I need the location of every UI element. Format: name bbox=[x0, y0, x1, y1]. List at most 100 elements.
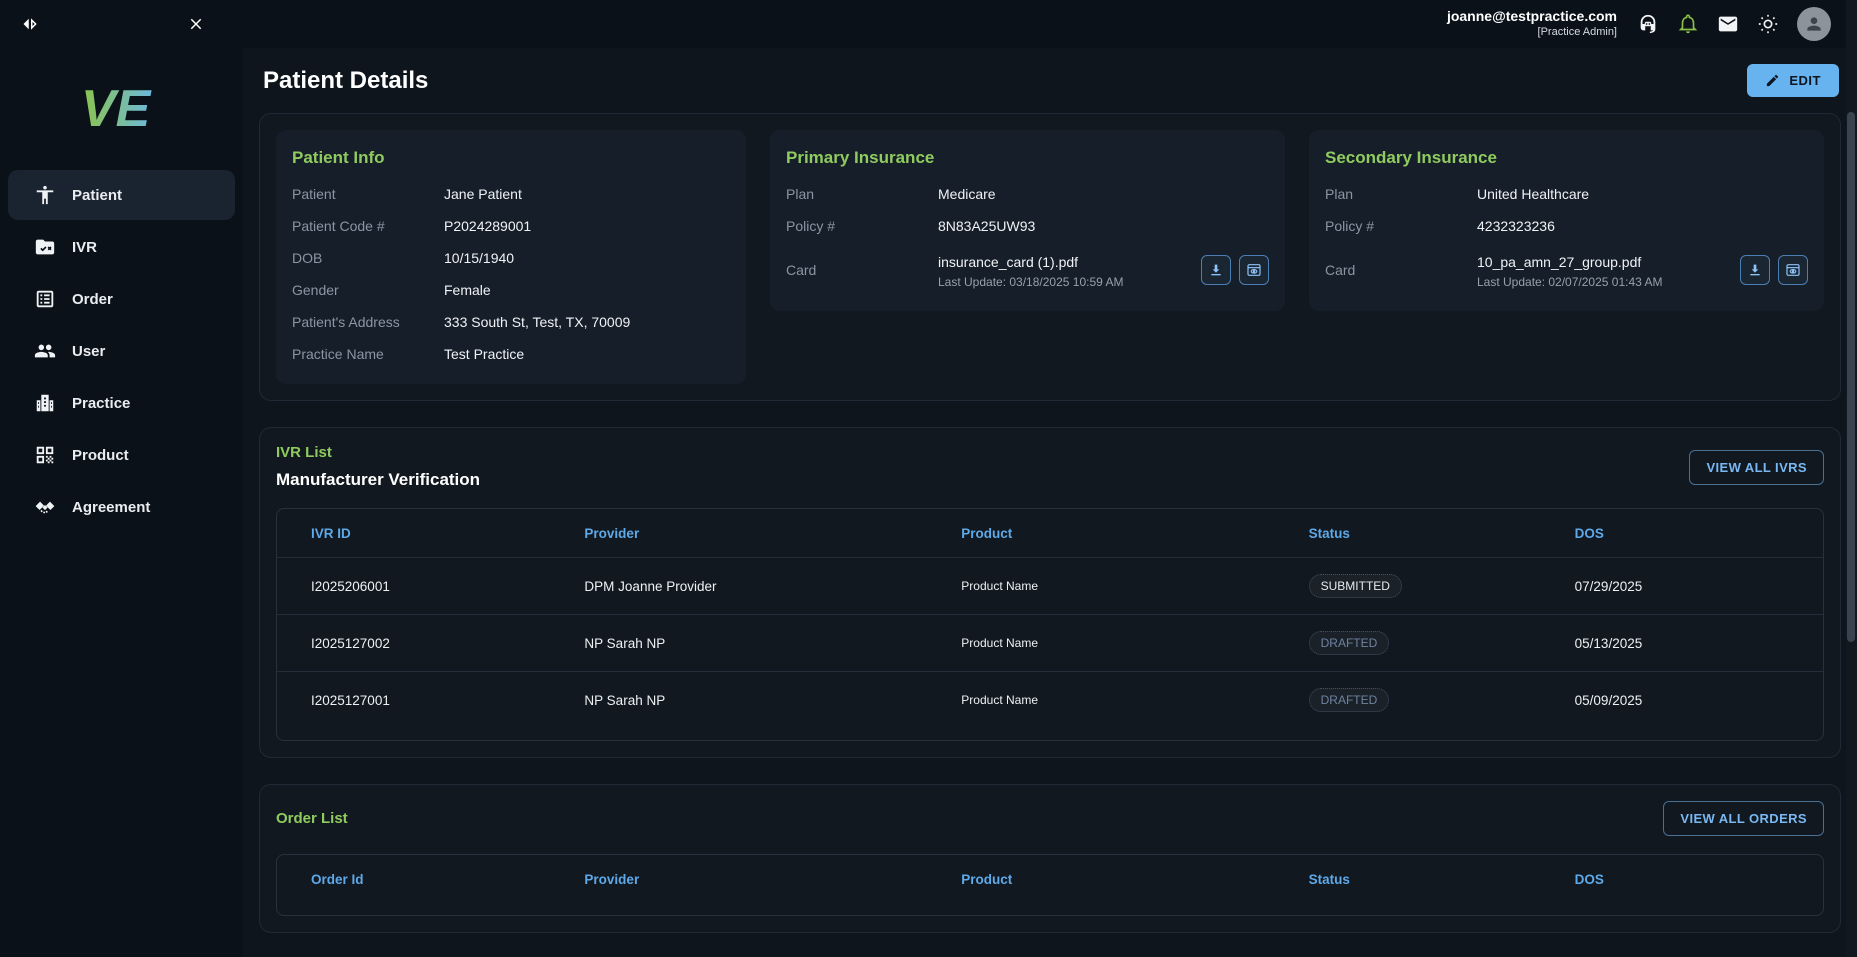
field-value: 10/15/1940 bbox=[444, 250, 514, 266]
card-last-update: Last Update: 03/18/2025 10:59 AM bbox=[938, 275, 1123, 289]
cell-provider: NP Sarah NP bbox=[584, 693, 961, 708]
field-label: Card bbox=[786, 262, 938, 278]
vertical-scrollbar[interactable] bbox=[1846, 0, 1857, 957]
status-badge: DRAFTED bbox=[1309, 688, 1390, 712]
sidebar-item-patient[interactable]: Patient bbox=[8, 170, 235, 220]
download-icon bbox=[1208, 262, 1224, 278]
pencil-icon bbox=[1765, 73, 1780, 88]
patient-icon bbox=[34, 184, 56, 206]
edit-button[interactable]: EDIT bbox=[1747, 64, 1839, 97]
column-header: DOS bbox=[1575, 526, 1789, 541]
order-table: Order Id Provider Product Status DOS bbox=[276, 854, 1824, 916]
field-label: Patient bbox=[292, 186, 444, 202]
user-info: joanne@testpractice.com [Practice Admin] bbox=[1447, 8, 1617, 39]
order-list-section: Order List VIEW ALL ORDERS Order Id Prov… bbox=[259, 784, 1841, 933]
sidebar-collapse-icon[interactable] bbox=[22, 15, 40, 33]
sidebar-item-order[interactable]: Order bbox=[8, 274, 235, 324]
sidebar-item-agreement[interactable]: Agreement bbox=[8, 482, 235, 532]
card-title: Primary Insurance bbox=[786, 148, 1269, 168]
column-header: Provider bbox=[584, 526, 961, 541]
column-header: Status bbox=[1309, 526, 1575, 541]
info-row: Policy # 8N83A25UW93 bbox=[786, 210, 1269, 242]
status-badge: DRAFTED bbox=[1309, 631, 1390, 655]
sidebar-item-label: Order bbox=[72, 291, 113, 308]
field-value: 4232323236 bbox=[1477, 218, 1555, 234]
section-title: Order List bbox=[276, 810, 348, 827]
field-label: Gender bbox=[292, 282, 444, 298]
table-row[interactable]: I2025127002 NP Sarah NP Product Name DRA… bbox=[277, 614, 1823, 671]
section-title: IVR List bbox=[276, 444, 480, 461]
sidebar-item-ivr[interactable]: IVR bbox=[8, 222, 235, 272]
sidebar-item-label: Practice bbox=[72, 395, 130, 412]
ivr-list-section: IVR List Manufacturer Verification VIEW … bbox=[259, 427, 1841, 758]
field-value: 8N83A25UW93 bbox=[938, 218, 1035, 234]
order-table-header: Order Id Provider Product Status DOS bbox=[277, 855, 1823, 903]
preview-card-button[interactable] bbox=[1239, 255, 1269, 285]
preview-eye-icon bbox=[1246, 262, 1262, 278]
info-row: Patient Jane Patient bbox=[292, 178, 730, 210]
view-all-ivrs-button[interactable]: VIEW ALL IVRS bbox=[1689, 450, 1824, 485]
close-icon[interactable] bbox=[187, 15, 205, 33]
sidebar-item-user[interactable]: User bbox=[8, 326, 235, 376]
cell-dos: 05/09/2025 bbox=[1575, 693, 1789, 708]
cell-product: Product Name bbox=[961, 579, 1308, 593]
preview-card-button[interactable] bbox=[1778, 255, 1808, 285]
sidebar-item-label: Product bbox=[72, 447, 129, 464]
info-row: Practice Name Test Practice bbox=[292, 338, 730, 370]
insurance-card-row: Card insurance_card (1).pdf Last Update:… bbox=[786, 242, 1269, 297]
mail-icon[interactable] bbox=[1717, 13, 1739, 35]
info-row: DOB 10/15/1940 bbox=[292, 242, 730, 274]
info-row: Plan Medicare bbox=[786, 178, 1269, 210]
info-row: Patient Code # P2024289001 bbox=[292, 210, 730, 242]
column-header: DOS bbox=[1575, 872, 1789, 887]
table-row[interactable]: I2025127001 NP Sarah NP Product Name DRA… bbox=[277, 671, 1823, 728]
download-card-button[interactable] bbox=[1201, 255, 1231, 285]
card-file-name: insurance_card (1).pdf bbox=[938, 254, 1123, 270]
view-all-orders-button[interactable]: VIEW ALL ORDERS bbox=[1663, 801, 1824, 836]
column-header: Product bbox=[961, 872, 1308, 887]
sidebar-item-label: IVR bbox=[72, 239, 97, 256]
status-badge: SUBMITTED bbox=[1309, 574, 1402, 598]
avatar[interactable] bbox=[1797, 7, 1831, 41]
column-header: Product bbox=[961, 526, 1308, 541]
sidebar-item-label: Agreement bbox=[72, 499, 150, 516]
field-value: United Healthcare bbox=[1477, 186, 1589, 202]
info-row: Patient's Address 333 South St, Test, TX… bbox=[292, 306, 730, 338]
field-value: Test Practice bbox=[444, 346, 524, 362]
user-role: [Practice Admin] bbox=[1447, 26, 1617, 40]
field-value: P2024289001 bbox=[444, 218, 531, 234]
section-subtitle: Manufacturer Verification bbox=[276, 470, 480, 490]
field-label: Plan bbox=[1325, 186, 1477, 202]
column-header: Status bbox=[1309, 872, 1575, 887]
info-row: Plan United Healthcare bbox=[1325, 178, 1808, 210]
sidebar-item-product[interactable]: Product bbox=[8, 430, 235, 480]
patient-info-card: Patient Info Patient Jane Patient Patien… bbox=[276, 130, 746, 384]
order-list-icon bbox=[34, 288, 56, 310]
preview-eye-icon bbox=[1785, 262, 1801, 278]
card-last-update: Last Update: 02/07/2025 01:43 AM bbox=[1477, 275, 1662, 289]
cell-provider: DPM Joanne Provider bbox=[584, 579, 961, 594]
sidebar: VE Patient IVR Order bbox=[0, 48, 243, 957]
sidebar-item-label: Patient bbox=[72, 187, 122, 204]
field-value: Jane Patient bbox=[444, 186, 522, 202]
topbar-icons bbox=[1637, 7, 1857, 41]
ivr-table-header: IVR ID Provider Product Status DOS bbox=[277, 509, 1823, 557]
download-card-button[interactable] bbox=[1740, 255, 1770, 285]
field-label: Patient's Address bbox=[292, 314, 444, 330]
page-title: Patient Details bbox=[263, 67, 428, 95]
ivr-folder-icon bbox=[34, 236, 56, 258]
brightness-icon[interactable] bbox=[1757, 13, 1779, 35]
primary-insurance-card: Primary Insurance Plan Medicare Policy #… bbox=[770, 130, 1285, 311]
field-value: Medicare bbox=[938, 186, 996, 202]
support-agent-icon[interactable] bbox=[1637, 13, 1659, 35]
cell-ivr-id: I2025127002 bbox=[311, 636, 584, 651]
notifications-bell-icon[interactable] bbox=[1677, 13, 1699, 35]
sidebar-item-practice[interactable]: Practice bbox=[8, 378, 235, 428]
scrollbar-thumb[interactable] bbox=[1847, 112, 1855, 642]
cell-product: Product Name bbox=[961, 636, 1308, 650]
table-row[interactable]: I2025206001 DPM Joanne Provider Product … bbox=[277, 557, 1823, 614]
edit-button-label: EDIT bbox=[1789, 73, 1821, 88]
field-label: Policy # bbox=[1325, 218, 1477, 234]
field-label: DOB bbox=[292, 250, 444, 266]
patient-details-section: Patient Info Patient Jane Patient Patien… bbox=[259, 113, 1841, 401]
